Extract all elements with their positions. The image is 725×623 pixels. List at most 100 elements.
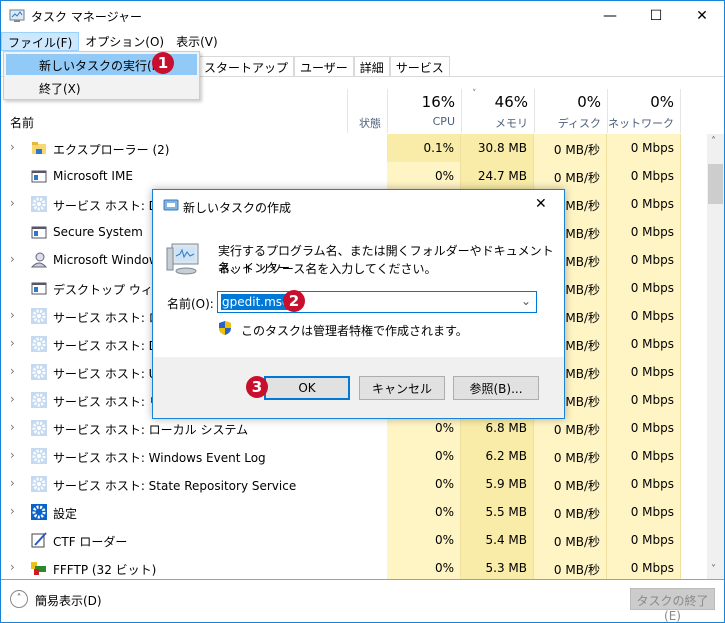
expand-chevron-icon[interactable]: › — [10, 308, 15, 322]
user-icon — [30, 252, 48, 268]
disk-cell: 0 MB/秒 — [534, 442, 607, 470]
menu-options[interactable]: オプション(O) — [79, 32, 170, 51]
ftp-icon — [31, 560, 47, 576]
column-cpu[interactable]: 16% CPU — [387, 89, 461, 133]
network-cell: 0 Mbps — [607, 414, 681, 442]
tab-users[interactable]: ユーザー — [294, 56, 354, 76]
task-manager-icon — [9, 9, 25, 22]
expand-chevron-icon[interactable]: › — [10, 448, 15, 462]
column-name[interactable]: 名前 — [10, 114, 34, 131]
column-status[interactable]: 状態 — [347, 89, 387, 133]
disk-cell: 0 MB/秒 — [534, 134, 607, 162]
network-cell: 0 Mbps — [607, 442, 681, 470]
close-button[interactable]: ✕ — [679, 1, 725, 31]
tab-services[interactable]: サービス — [389, 56, 450, 76]
task-name-combobox[interactable]: gpedit.msc ⌄ — [217, 291, 537, 313]
browse-button[interactable]: 参照(B)... — [453, 376, 539, 400]
uac-shield-icon — [219, 321, 231, 335]
network-cell: 0 Mbps — [607, 330, 681, 358]
pen-icon — [31, 532, 47, 548]
step-badge-2: 2 — [283, 290, 305, 312]
memory-cell: 30.8 MB — [461, 134, 534, 162]
expand-chevron-icon[interactable]: › — [10, 364, 15, 378]
network-cell: 0 Mbps — [607, 246, 681, 274]
dialog-close-button[interactable]: ✕ — [535, 196, 547, 212]
process-row[interactable]: › エクスプローラー (2) 0.1% 30.8 MB 0 MB/秒 0 Mbps — [1, 134, 707, 162]
computer-icon — [166, 243, 199, 275]
expand-chevron-icon[interactable]: › — [10, 392, 15, 406]
gear-icon — [31, 420, 47, 436]
process-row[interactable]: › サービス ホスト: State Repository Service 0% 5.9… — [1, 470, 707, 498]
end-task-button[interactable]: タスクの終了(E) — [630, 588, 715, 623]
cpu-cell: 0.1% — [387, 134, 461, 162]
network-cell: 0 Mbps — [607, 498, 681, 526]
title-bar: タスク マネージャー — ☐ ✕ — [1, 1, 724, 31]
cancel-button[interactable]: キャンセル — [359, 376, 445, 400]
process-row[interactable]: › サービス ホスト: Windows Event Log 0% 6.2 MB 0 MB… — [1, 442, 707, 470]
ok-button[interactable]: OK — [264, 376, 350, 400]
gear-icon — [31, 448, 47, 464]
cpu-cell: 0% — [387, 498, 461, 526]
process-row[interactable]: › FFFTP (32 ビット) 0% 5.3 MB 0 MB/秒 0 Mbps — [1, 554, 707, 579]
task-name-input[interactable]: gpedit.msc — [221, 294, 290, 310]
process-name: Microsoft IME — [53, 169, 133, 183]
sort-chevron-icon: ˅ — [472, 89, 477, 99]
gear-icon — [31, 196, 47, 212]
menu-file[interactable]: ファイル(F) — [1, 32, 80, 51]
process-row[interactable]: CTF ローダー 0% 5.4 MB 0 MB/秒 0 Mbps — [1, 526, 707, 554]
folder-icon — [31, 140, 47, 156]
create-new-task-dialog: 新しいタスクの作成 ✕ 実行するプログラム名、または開くフォルダーやドキュメント… — [152, 189, 565, 419]
network-cell: 0 Mbps — [607, 470, 681, 498]
menu-view[interactable]: 表示(V) — [170, 32, 224, 51]
tab-startup[interactable]: スタートアップ — [198, 56, 295, 76]
dropdown-chevron-icon[interactable]: ⌄ — [521, 294, 531, 308]
process-name: Secure System — [53, 225, 143, 239]
disk-cell: 0 MB/秒 — [534, 554, 607, 579]
gear-icon — [31, 336, 47, 352]
expand-chevron-icon[interactable]: › — [10, 196, 15, 210]
expand-chevron-icon[interactable]: › — [10, 140, 15, 154]
task-manager-window: タスク マネージャー — ☐ ✕ ファイル(F) オプション(O) 表示(V) … — [0, 0, 725, 623]
app-window-icon — [31, 224, 47, 240]
fewer-details-link[interactable]: 簡易表示(D) — [35, 592, 102, 609]
cpu-cell: 0% — [387, 470, 461, 498]
minimize-button[interactable]: — — [587, 1, 633, 31]
expand-chevron-icon[interactable]: › — [10, 476, 15, 490]
cpu-cell: 0% — [387, 162, 461, 190]
maximize-button[interactable]: ☐ — [633, 1, 679, 31]
gear-icon — [31, 392, 47, 408]
memory-cell: 5.4 MB — [461, 526, 534, 554]
expand-chevron-icon[interactable]: › — [10, 336, 15, 350]
process-name: FFFTP (32 ビット) — [53, 563, 157, 577]
app-window-icon — [31, 280, 47, 296]
disk-cell: 0 MB/秒 — [534, 498, 607, 526]
network-cell: 0 Mbps — [607, 302, 681, 330]
cpu-cell: 0% — [387, 442, 461, 470]
process-row[interactable]: › 設定 0% 5.5 MB 0 MB/秒 0 Mbps — [1, 498, 707, 526]
column-network[interactable]: 0% ネットワーク — [607, 89, 681, 133]
network-cell: 0 Mbps — [607, 386, 681, 414]
process-name: 設定 — [53, 507, 78, 521]
expand-chevron-icon[interactable]: › — [10, 560, 15, 574]
tab-details[interactable]: 詳細 — [353, 56, 390, 76]
expand-chevron-icon[interactable]: › — [10, 252, 15, 266]
scrollbar-thumb[interactable] — [708, 164, 723, 204]
column-disk[interactable]: 0% ディスク — [534, 89, 607, 133]
disk-cell: 0 MB/秒 — [534, 470, 607, 498]
scroll-down-icon[interactable]: ˅ — [711, 564, 716, 575]
menu-item-exit[interactable]: 終了(X) — [6, 77, 197, 98]
column-memory[interactable]: ˅ 46% メモリ — [461, 89, 534, 133]
vertical-scrollbar[interactable]: ˄ ˅ — [707, 134, 724, 579]
scroll-up-icon[interactable]: ˄ — [711, 136, 716, 147]
expand-chevron-icon[interactable]: › — [10, 420, 15, 434]
step-badge-3: 3 — [246, 376, 268, 398]
expand-chevron-icon[interactable]: › — [10, 504, 15, 518]
chevron-up-circle-icon[interactable]: ˄ — [10, 590, 28, 608]
memory-cell: 6.2 MB — [461, 442, 534, 470]
network-cell: 0 Mbps — [607, 554, 681, 579]
process-name: エクスプローラー (2) — [53, 143, 170, 157]
network-cell: 0 Mbps — [607, 162, 681, 190]
process-row[interactable]: Microsoft IME 0% 24.7 MB 0 MB/秒 0 Mbps — [1, 162, 707, 190]
dialog-description-line2: ネット リソース名を入力してください。 — [218, 262, 437, 276]
network-cell: 0 Mbps — [607, 358, 681, 386]
